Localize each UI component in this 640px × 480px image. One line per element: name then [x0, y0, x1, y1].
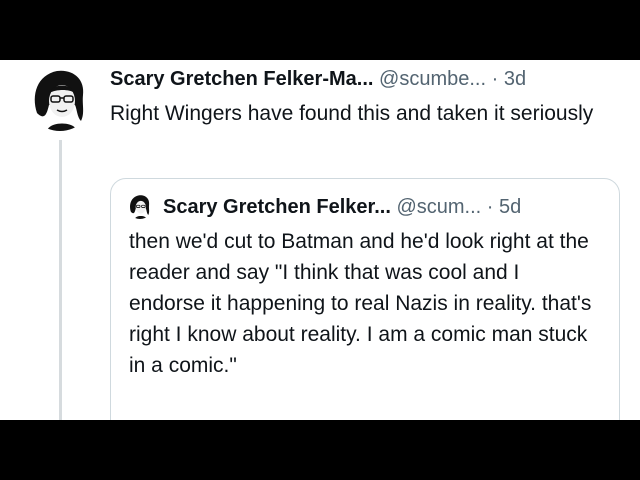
portrait-avatar-icon: [27, 65, 93, 131]
portrait-avatar-icon: [127, 193, 153, 219]
quoted-author-handle[interactable]: @scum...: [396, 196, 481, 218]
thread-line: [59, 140, 62, 420]
quoted-tweet-header: Scary Gretchen Felker... @scum... · 5d: [163, 194, 521, 220]
quoted-author-name[interactable]: Scary Gretchen Felker...: [163, 196, 391, 218]
tweet-timestamp[interactable]: 3d: [504, 68, 526, 90]
separator-dot: ·: [486, 196, 494, 218]
quoted-author-avatar[interactable]: [127, 193, 153, 219]
quoted-tweet-card[interactable]: Scary Gretchen Felker... @scum... · 5d t…: [110, 178, 620, 420]
author-avatar[interactable]: [27, 65, 93, 131]
author-handle[interactable]: @scumbe...: [379, 68, 486, 90]
separator-dot: ·: [491, 68, 499, 90]
author-name[interactable]: Scary Gretchen Felker-Ma...: [110, 68, 373, 90]
quoted-tweet-text: then we'd cut to Batman and he'd look ri…: [129, 230, 592, 377]
tweet-text: Right Wingers have found this and taken …: [110, 102, 594, 125]
tweet-header: Scary Gretchen Felker-Ma... @scumbe... ·…: [110, 66, 526, 92]
tweet[interactable]: Scary Gretchen Felker-Ma... @scumbe... ·…: [0, 60, 640, 420]
quoted-tweet-timestamp[interactable]: 5d: [499, 196, 521, 218]
